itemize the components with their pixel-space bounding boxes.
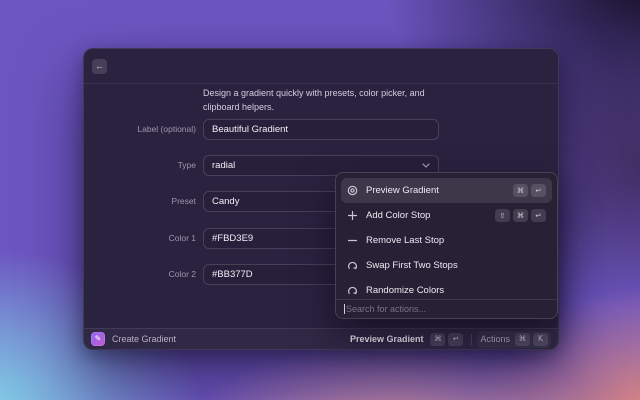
actions-popover: Preview Gradient ⌘↵ Add Color Stop ⇧⌘↵ Remov… [335,172,558,319]
menu-item-label: Randomize Colors [366,285,538,296]
keycap: ⇧ [495,209,510,222]
keycap: ↵ [448,333,463,346]
menu-item-shortcut: ⇧⌘↵ [495,209,546,222]
field-value: radial [212,160,235,171]
footer-right: Preview Gradient ⌘↵ Actions ⌘K [347,331,551,348]
footer-left: ✎ Create Gradient [91,332,176,346]
chevron-down-icon [422,163,430,168]
keycap: K [533,333,548,346]
actions-button[interactable]: Actions ⌘K [477,331,551,348]
menu-item-label: Preview Gradient [366,185,505,196]
menu-item-label: Swap First Two Stops [366,260,538,271]
window-header: ← [84,49,558,84]
shuffle-icon [347,285,358,296]
keycap: ↵ [531,184,546,197]
menu-item-shortcut: ⌘↵ [513,184,546,197]
actions-shortcut: ⌘K [515,333,548,346]
field-label: Color 1 [84,228,196,249]
keycap: ⌘ [513,184,528,197]
footer-divider [471,334,472,345]
keycap: ⌘ [513,209,528,222]
menu-item[interactable]: Swap First Two Stops [341,253,552,278]
menu-item[interactable]: Randomize Colors [341,278,552,301]
search-placeholder: Search for actions... [346,304,426,314]
form-description: Design a gradient quickly with presets, … [203,86,443,115]
keycap: ⌘ [515,333,530,346]
actions-search-input[interactable]: Search for actions... [336,299,557,318]
primary-action-shortcut: ⌘↵ [430,333,463,346]
back-button[interactable]: ← [92,59,107,74]
footer-command-title: Create Gradient [112,334,176,344]
field-label: Preset [84,191,196,212]
desktop-background: ← Design a gradient quickly with presets… [0,0,640,400]
plus-icon [347,210,358,221]
form-row: Label (optional) Beautiful Gradient [84,119,558,140]
keycap: ↵ [531,209,546,222]
actions-menu: Preview Gradient ⌘↵ Add Color Stop ⇧⌘↵ Remov… [336,173,557,301]
primary-action-label: Preview Gradient [350,334,424,344]
menu-item[interactable]: Preview Gradient ⌘↵ [341,178,552,203]
text-field[interactable]: Beautiful Gradient [203,119,439,140]
gradient-app-icon: ✎ [91,332,105,346]
field-value: Candy [212,196,239,207]
field-label: Type [84,155,196,176]
menu-item[interactable]: Remove Last Stop [341,228,552,253]
keycap: ⌘ [430,333,445,346]
field-value: Beautiful Gradient [212,124,288,135]
back-arrow-icon: ← [95,62,104,71]
menu-item[interactable]: Add Color Stop ⇧⌘↵ [341,203,552,228]
menu-item-label: Add Color Stop [366,210,487,221]
field-label: Label (optional) [84,119,196,140]
text-cursor [344,304,345,314]
field-label: Color 2 [84,264,196,285]
minus-icon [347,235,358,246]
eye-icon [347,185,358,196]
actions-label: Actions [480,334,510,344]
menu-item-label: Remove Last Stop [366,235,538,246]
field-value: #FBD3E9 [212,233,253,244]
footer-bar: ✎ Create Gradient Preview Gradient ⌘↵ Ac… [84,328,558,349]
primary-action-button[interactable]: Preview Gradient ⌘↵ [347,331,467,348]
swap-icon [347,260,358,271]
field-value: #BB377D [212,269,253,280]
